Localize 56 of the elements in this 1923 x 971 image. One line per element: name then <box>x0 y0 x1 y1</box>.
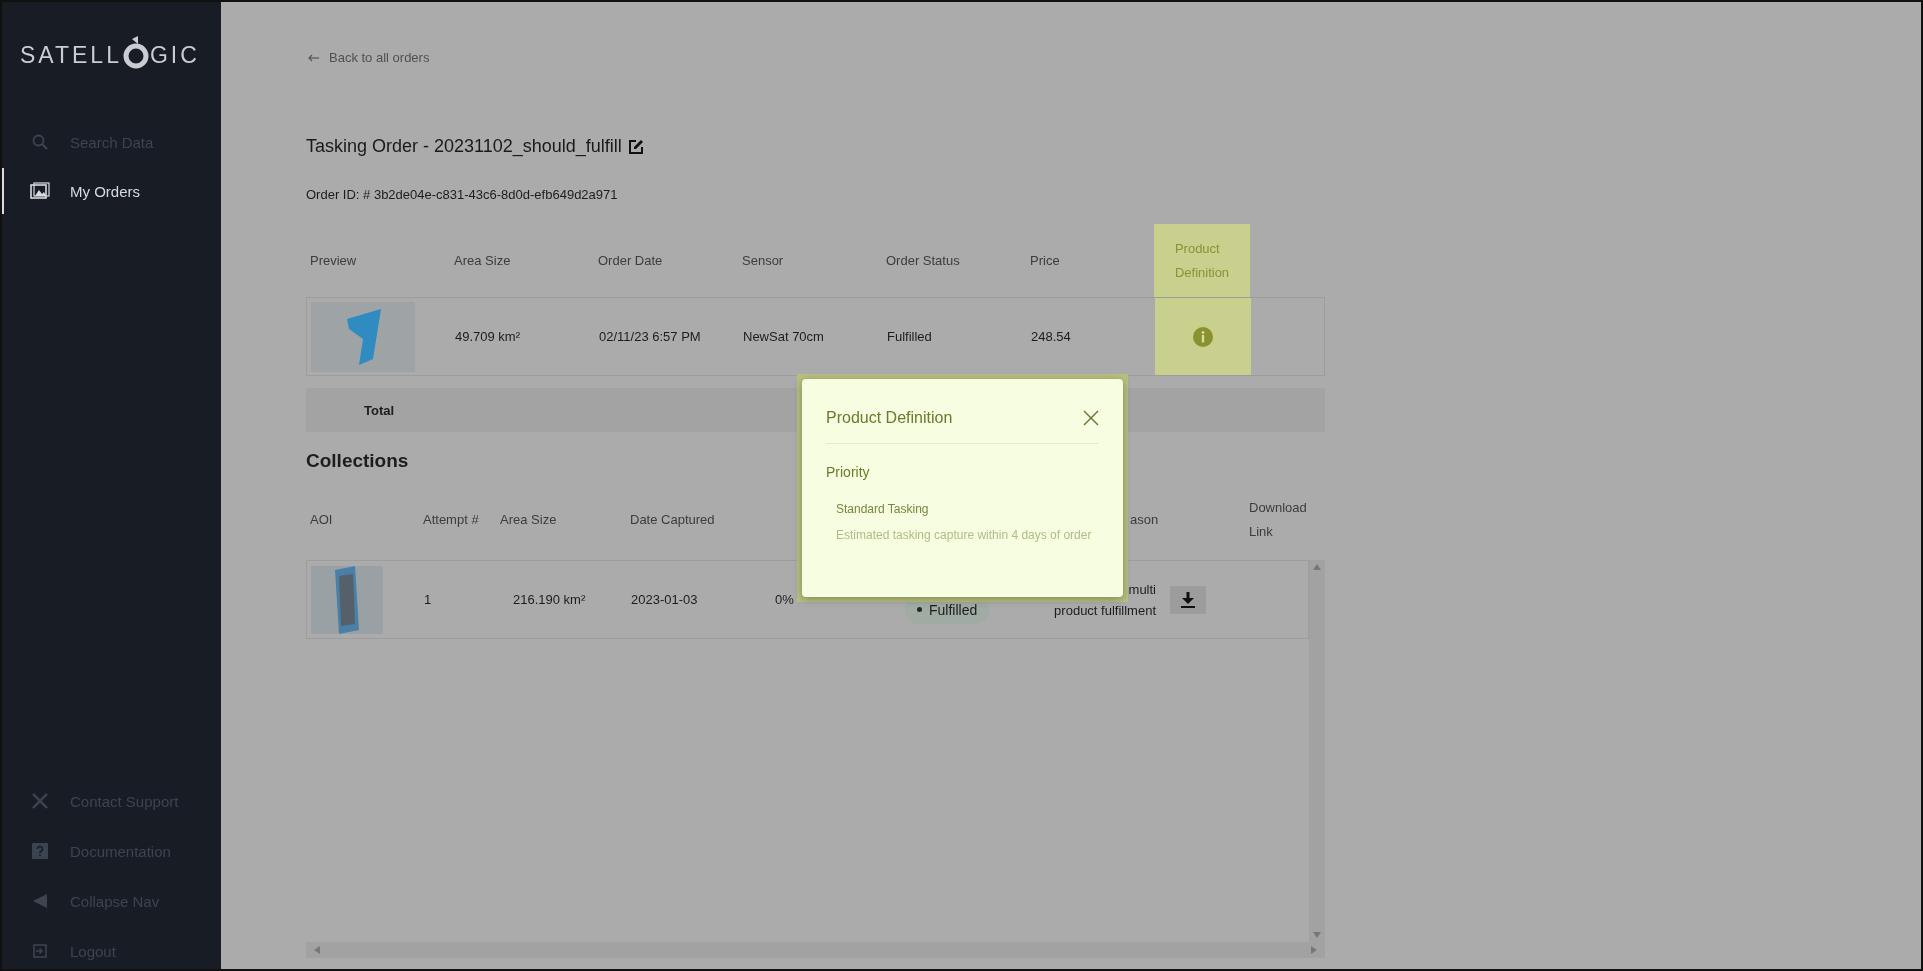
arrow-left-icon <box>308 53 319 62</box>
horizontal-scrollbar[interactable] <box>306 942 1325 958</box>
column-header: ason <box>1129 511 1160 529</box>
table-cell-text: 0% <box>774 592 795 607</box>
table-cell-text: 49.709 km² <box>454 329 522 344</box>
back-link[interactable]: Back to all orders <box>306 50 430 65</box>
logo-ring-icon <box>122 36 149 70</box>
scroll-up-icon[interactable] <box>1313 564 1321 570</box>
column-header: Area Size <box>453 253 512 268</box>
column-header: Preview <box>309 253 358 268</box>
scroll-right-icon[interactable] <box>1311 946 1317 954</box>
column-header: Download Link <box>1248 499 1308 541</box>
logo-text: GIC <box>149 42 200 68</box>
column-header: Order Date <box>597 253 664 268</box>
table-cell: multi <box>1128 581 1156 597</box>
table-cell-text: 02/11/23 6:57 PM <box>598 329 702 344</box>
download-button[interactable] <box>1170 585 1206 614</box>
table-cell: product fulfillment <box>1054 602 1156 618</box>
logo[interactable]: SATELL GIC <box>20 36 221 68</box>
satellite-image-thumbnail <box>311 565 383 634</box>
download-icon <box>1181 591 1195 608</box>
table-cell-text: NewSat 70cm <box>742 329 825 344</box>
section-heading: Collections <box>306 450 410 472</box>
logout-icon <box>30 943 50 959</box>
help-icon <box>30 843 50 859</box>
column-header: Price <box>1029 253 1061 268</box>
column-header: Attempt # <box>422 511 480 529</box>
table-cell-text: 1 <box>423 592 433 607</box>
section-label: Priority <box>826 464 871 480</box>
column-header: Order Status <box>885 253 961 268</box>
table-cell-text: 2023-01-03 <box>630 592 699 607</box>
page-title: Tasking Order - 20231102_should_fulfill <box>306 136 622 157</box>
vertical-scrollbar[interactable] <box>1309 560 1325 942</box>
column-header: Product Definition <box>1154 224 1250 297</box>
nav-item[interactable]: My Orders <box>2 168 221 214</box>
table-cell-text: 248.54 <box>1030 329 1072 344</box>
option-title: Standard Tasking <box>836 502 930 516</box>
total-label: Total <box>364 402 395 418</box>
dialog-title: Product Definition <box>826 409 953 427</box>
column-header: AOI <box>309 511 334 529</box>
order-row[interactable]: 49.709 km² 02/11/23 6:57 PM NewSat 70cm Fulfilled 248.54 <box>306 297 1325 376</box>
option-description: Estimated tasking capture within 4 days of order <box>836 528 1093 542</box>
scroll-down-icon[interactable] <box>1313 932 1321 938</box>
logo-text: SATELL <box>20 42 122 68</box>
order-id: Order ID: # 3b2de04e-c831-43c6-8d0d-efb649d2a971 <box>306 187 619 202</box>
search-icon <box>30 134 50 150</box>
table-cell-text: 216.190 km² <box>512 592 587 607</box>
table-cell-text: Fulfilled <box>886 329 933 344</box>
image-icon <box>30 182 50 200</box>
column-header: Sensor <box>741 253 785 268</box>
column-header: Date Captured <box>629 511 716 529</box>
column-header: Area Size <box>499 511 558 529</box>
info-icon[interactable] <box>1193 326 1213 347</box>
close-icon[interactable] <box>1083 410 1099 426</box>
edit-icon[interactable] <box>627 138 644 155</box>
scroll-left-icon[interactable] <box>314 946 320 954</box>
